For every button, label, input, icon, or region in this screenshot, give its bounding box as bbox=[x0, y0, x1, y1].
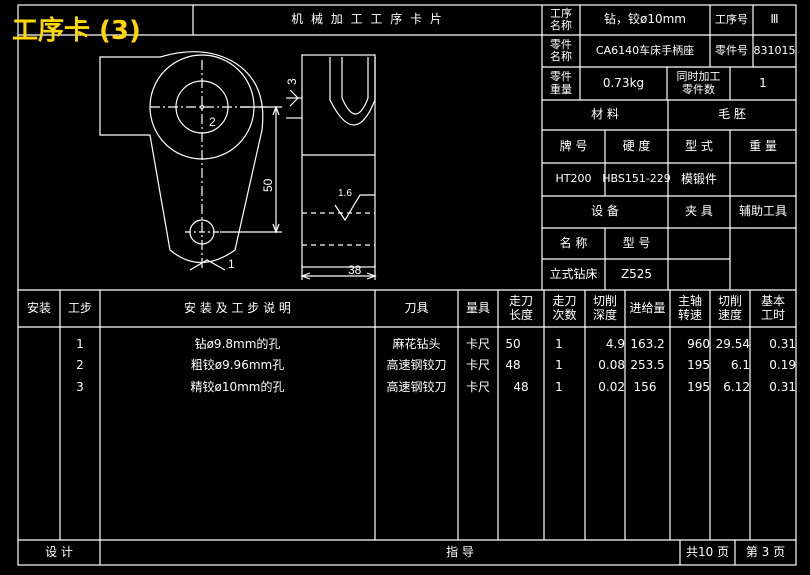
page-title: 工序卡 (3) bbox=[12, 16, 141, 46]
blank-weight bbox=[730, 163, 796, 196]
type-label: 型 式 bbox=[685, 138, 713, 153]
row-length: 48 bbox=[513, 380, 529, 395]
part-no-label: 零件号 bbox=[715, 43, 748, 57]
equipment-label: 设 备 bbox=[591, 204, 619, 219]
roughness-label: 1.6 bbox=[338, 188, 352, 199]
row-passes: 1 bbox=[555, 337, 563, 352]
row-tool: 麻花钻头 bbox=[392, 337, 441, 352]
grade-label: 牌 号 bbox=[559, 138, 588, 153]
grade: HT200 bbox=[555, 172, 592, 186]
dim-38-label: 38 bbox=[348, 263, 362, 277]
simul-count: 1 bbox=[759, 75, 767, 90]
blank-label: 毛 胚 bbox=[718, 107, 746, 122]
th-depth: 切削 深度 bbox=[592, 294, 617, 322]
th-tool: 刀具 bbox=[404, 300, 429, 315]
row-depth: 4.9 bbox=[605, 337, 625, 352]
weight-label: 重 量 bbox=[749, 138, 777, 153]
hardness-label: 硬 度 bbox=[622, 138, 651, 153]
process-name: 钻，铰ø10mm bbox=[604, 12, 686, 27]
design-label: 设 计 bbox=[45, 544, 73, 559]
row-spindle: 195 bbox=[687, 380, 710, 395]
th-cut-speed: 切削 速度 bbox=[717, 294, 742, 322]
th-length: 走刀 长度 bbox=[508, 294, 533, 322]
row-spindle: 960 bbox=[687, 337, 710, 352]
material-label: 材 料 bbox=[591, 107, 619, 122]
dim-3-label: 3 bbox=[285, 78, 299, 85]
row-feed: 253.5 bbox=[630, 358, 665, 373]
part-front-view bbox=[99, 51, 282, 271]
row-length: 48 bbox=[505, 358, 521, 373]
part-side-view bbox=[286, 54, 377, 280]
blank-type: 模锻件 bbox=[680, 171, 717, 186]
row-cut-speed: 29.54 bbox=[715, 337, 750, 352]
row-passes: 1 bbox=[555, 380, 563, 395]
page-number: 第 3 页 bbox=[745, 544, 786, 559]
fixture: 辅助工具 bbox=[738, 204, 787, 219]
row-spindle: 195 bbox=[687, 358, 710, 373]
row-time: 0.31 bbox=[769, 380, 796, 395]
equip-model-label: 型 号 bbox=[622, 235, 651, 250]
part-name-label: 零件 名称 bbox=[550, 37, 572, 63]
part-weight: 0.73kg bbox=[602, 75, 645, 90]
equip-name: 立式钻床 bbox=[549, 266, 598, 281]
guide-label: 指 导 bbox=[446, 544, 474, 559]
row-step: 3 bbox=[76, 380, 84, 395]
equip-model: Z525 bbox=[620, 266, 653, 281]
dim-2-label: 2 bbox=[209, 115, 216, 129]
simul-label: 同时加工 零件数 bbox=[676, 70, 721, 96]
row-tool: 高速钢铰刀 bbox=[386, 358, 447, 373]
row-gauge: 卡尺 bbox=[465, 358, 490, 373]
row-passes: 1 bbox=[555, 358, 563, 373]
th-spindle: 主轴 转速 bbox=[677, 294, 702, 322]
row-step: 1 bbox=[76, 337, 84, 352]
row-cut-speed: 6.12 bbox=[723, 380, 750, 395]
th-step: 工步 bbox=[67, 300, 92, 315]
row-time: 0.19 bbox=[769, 358, 796, 373]
card-title: 机 械 加 工 工 序 卡 片 bbox=[291, 12, 444, 27]
row-feed: 163.2 bbox=[630, 337, 665, 352]
row-tool: 高速钢铰刀 bbox=[386, 380, 447, 395]
process-name-label: 工序 名称 bbox=[550, 6, 572, 32]
row-feed: 156 bbox=[633, 380, 657, 395]
process-no-label: 工序号 bbox=[715, 12, 748, 26]
th-feed: 进给量 bbox=[629, 300, 666, 315]
total-pages: 共10 页 bbox=[685, 544, 730, 559]
th-passes: 走刀 次数 bbox=[552, 294, 577, 322]
part-weight-label: 零件 重量 bbox=[550, 70, 572, 96]
equip-name-label: 名 称 bbox=[559, 235, 588, 250]
part-no: 831015 bbox=[753, 43, 796, 57]
dim-50-label: 50 bbox=[261, 178, 275, 192]
process-no: Ⅲ bbox=[770, 12, 779, 27]
th-gauge: 量具 bbox=[465, 300, 490, 315]
row-step: 2 bbox=[76, 358, 84, 373]
th-install: 安装 bbox=[26, 300, 51, 315]
row-gauge: 卡尺 bbox=[465, 337, 490, 352]
hardness: HBS151-229 bbox=[602, 172, 671, 186]
th-time: 基本 工时 bbox=[760, 294, 785, 322]
row-desc: 粗铰ø9.96mm孔 bbox=[190, 358, 285, 373]
row-desc: 精铰ø10mm的孔 bbox=[190, 380, 285, 395]
row-depth: 0.02 bbox=[598, 380, 625, 395]
row-desc: 钻ø9.8mm的孔 bbox=[194, 337, 281, 352]
th-description: 安 装 及 工 步 说 明 bbox=[184, 300, 291, 315]
row-cut-speed: 6.1 bbox=[730, 358, 750, 373]
dim-1-label: 1 bbox=[228, 257, 235, 271]
row-length: 50 bbox=[505, 337, 521, 352]
row-depth: 0.08 bbox=[598, 358, 625, 373]
fixture-label: 夹 具 bbox=[685, 204, 713, 219]
row-time: 0.31 bbox=[769, 337, 796, 352]
row-gauge: 卡尺 bbox=[465, 380, 490, 395]
part-name: CA6140车床手柄座 bbox=[595, 43, 695, 57]
